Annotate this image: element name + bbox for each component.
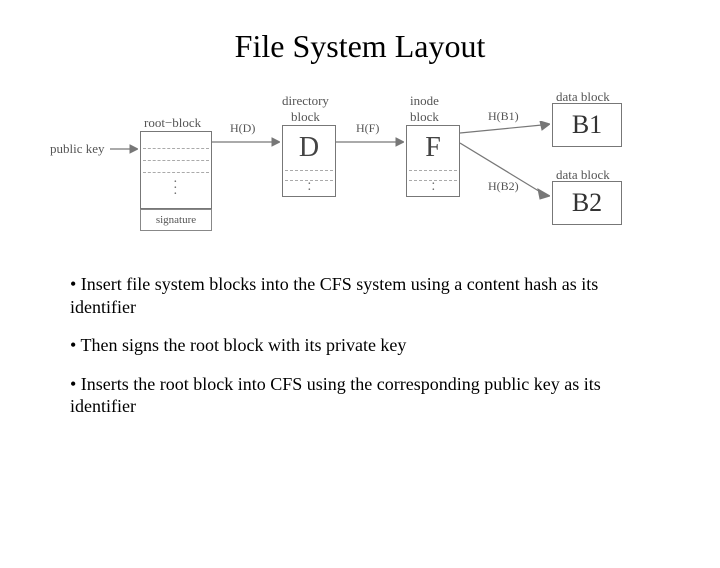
hd-label: H(D)	[230, 121, 255, 136]
inode-block-label: inode block	[410, 93, 439, 125]
signature-box: signature	[140, 209, 212, 231]
f-letter: F	[425, 132, 441, 164]
directory-block-label: directory block	[282, 93, 329, 125]
b1-letter: B1	[572, 110, 602, 140]
layout-diagram: public key root−block ··· signature H(D)…	[50, 83, 670, 253]
root-block-label: root−block	[144, 115, 201, 131]
d-letter: D	[299, 132, 319, 164]
f-block-box: F ··	[406, 125, 460, 197]
bullet-list: • Insert file system blocks into the CFS…	[70, 273, 650, 418]
b2-letter: B2	[572, 188, 602, 218]
bullet-2: • Then signs the root block with its pri…	[70, 334, 650, 357]
root-block-box: ···	[140, 131, 212, 209]
arrow-icon	[110, 143, 138, 155]
d-block-box: D ··	[282, 125, 336, 197]
arrow-icon	[460, 141, 550, 201]
arrow-icon	[336, 135, 404, 149]
hf-label: H(F)	[356, 121, 379, 136]
bullet-3: • Inserts the root block into CFS using …	[70, 373, 650, 418]
arrow-icon	[212, 135, 280, 149]
b1-box: B1	[552, 103, 622, 147]
slide-title: File System Layout	[0, 28, 720, 65]
bullet-1: • Insert file system blocks into the CFS…	[70, 273, 650, 318]
b2-box: B2	[552, 181, 622, 225]
public-key-label: public key	[50, 141, 105, 157]
arrow-icon	[460, 121, 550, 137]
